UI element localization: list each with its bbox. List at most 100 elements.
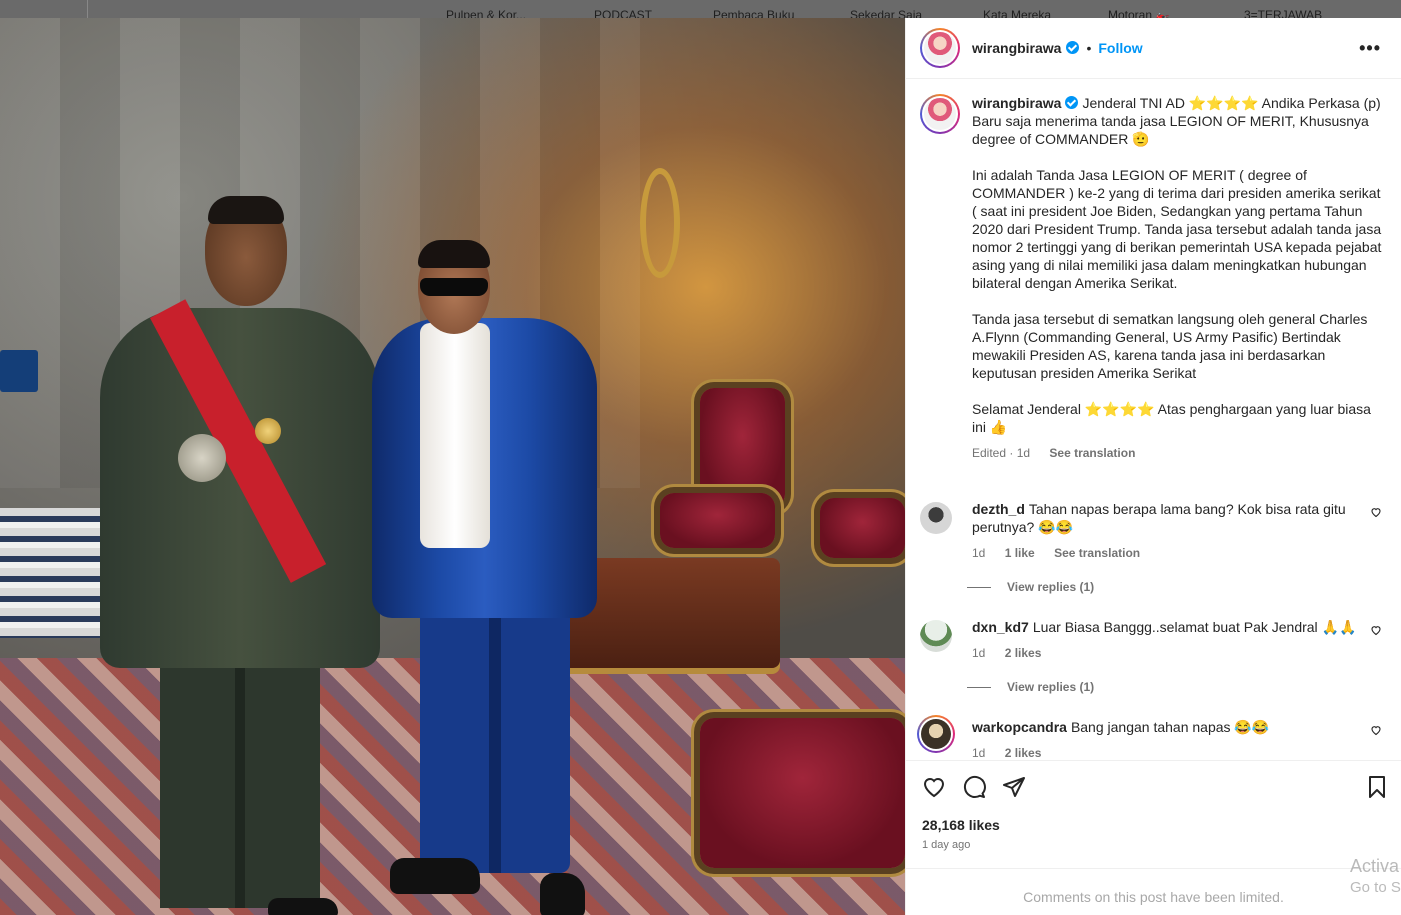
general-medal <box>255 418 281 444</box>
like-heart-icon[interactable] <box>922 775 946 799</box>
post-caption: wirangbirawa Jenderal TNI AD ⭐⭐⭐⭐ Andika … <box>920 94 1390 462</box>
caption-paragraph: wirangbirawa Jenderal TNI AD ⭐⭐⭐⭐ Andika … <box>972 94 1382 148</box>
see-translation-button[interactable]: See translation <box>1054 546 1140 560</box>
caption-avatar[interactable] <box>920 94 960 134</box>
post-side-panel: wirangbirawa • Follow ••• wirangbirawa Je… <box>905 18 1401 915</box>
post-actions: 28,168 likes 1 day ago <box>906 760 1401 868</box>
comment-text: Tahan napas berapa lama bang? Kok bisa r… <box>972 501 1346 535</box>
view-replies-button[interactable]: View replies (1) <box>967 580 1094 594</box>
avatar-image <box>921 719 951 749</box>
general-hair <box>208 196 284 224</box>
comment-bubble-icon[interactable] <box>962 775 986 799</box>
background-nav: Pulpen & Kor... PODCAST Pembaca Buku Sek… <box>0 9 1401 18</box>
watermark-line: Go to S <box>1350 879 1401 896</box>
caption-paragraph: Ini adalah Tanda Jasa LEGION OF MERIT ( … <box>972 167 1386 291</box>
bg-nav-item: Pembaca Buku <box>713 9 795 18</box>
author-username[interactable]: wirangbirawa <box>972 40 1080 56</box>
comment-item: dxn_kd7 Luar Biasa Banggg..selamat buat P… <box>920 618 1390 662</box>
avatar-border <box>919 717 953 751</box>
caption-username[interactable]: wirangbirawa <box>972 95 1061 111</box>
action-icons-group <box>922 775 1026 799</box>
shoe <box>390 858 480 894</box>
photo-mirror-frame <box>640 168 680 278</box>
bookmark-icon <box>1369 776 1385 798</box>
like-comment-heart-icon[interactable] <box>1370 724 1382 736</box>
comment-meta: 1d 2 likes <box>972 744 1362 760</box>
comment-username[interactable]: warkopcandra <box>972 719 1067 735</box>
comment-item: warkopcandra Bang jangan tahan napas 😂😂 1… <box>917 715 1390 760</box>
comment-likes[interactable]: 2 likes <box>1005 646 1042 660</box>
man-white-shirt <box>420 323 490 548</box>
avatar-border <box>922 96 958 132</box>
bg-nav-item: Sekedar Saja <box>850 9 923 18</box>
photo-chair <box>700 718 905 868</box>
photo-chair <box>660 493 775 548</box>
background-page-strip: Pulpen & Kor... PODCAST Pembaca Buku Sek… <box>0 0 1401 18</box>
comment-body: warkopcandra Bang jangan tahan napas 😂😂 1… <box>972 718 1362 760</box>
caption-paragraph: Tanda jasa tersebut di sematkan langsung… <box>972 311 1371 381</box>
watermark-line: Activa <box>1350 856 1400 876</box>
comments-limited-notice: Comments on this post have been limited. <box>906 868 1401 915</box>
save-bookmark-icon[interactable] <box>1365 775 1389 804</box>
comment-body: dezth_d Tahan napas berapa lama bang? Kok… <box>972 500 1362 562</box>
shoe <box>540 873 585 915</box>
general-legs <box>160 648 320 908</box>
man-hair <box>418 240 490 268</box>
comment-time: 1d <box>972 746 986 760</box>
separator-dot: • <box>1086 40 1092 56</box>
shoe <box>268 898 338 915</box>
avatar-border <box>922 30 958 66</box>
bg-nav-item: 3=TERJAWAB <box>1244 9 1323 18</box>
comment-text: Bang jangan tahan napas 😂😂 <box>1070 719 1270 735</box>
comment-avatar[interactable] <box>917 715 955 753</box>
avatar-image <box>924 98 956 130</box>
comment-text-line: dezth_d Tahan napas berapa lama bang? Kok… <box>972 500 1362 536</box>
comment-username[interactable]: dxn_kd7 <box>972 619 1029 635</box>
comment-likes[interactable]: 2 likes <box>1005 746 1042 760</box>
view-replies-button[interactable]: View replies (1) <box>967 680 1094 694</box>
activate-windows-watermark: Activa Go to S <box>1350 855 1401 899</box>
comment-text: Luar Biasa Banggg..selamat buat Pak Jend… <box>1032 619 1357 635</box>
like-comment-heart-icon[interactable] <box>1370 506 1382 518</box>
share-send-icon[interactable] <box>1002 775 1026 799</box>
verified-badge-icon <box>1066 41 1080 54</box>
view-replies-text[interactable]: View replies (1) <box>1007 680 1094 694</box>
bg-nav-item: Motoran 🏍️ <box>1108 9 1171 18</box>
photo-chair <box>820 498 905 558</box>
likes-count[interactable]: 28,168 likes <box>922 817 1000 833</box>
comment-meta: 1d 1 like See translation <box>972 544 1362 562</box>
comment-likes[interactable]: 1 like <box>1005 546 1035 560</box>
post-modal: wirangbirawa • Follow ••• wirangbirawa Je… <box>0 18 1401 915</box>
author-avatar[interactable] <box>920 28 960 68</box>
post-time[interactable]: 1 day ago <box>922 839 970 851</box>
replies-line <box>967 686 991 688</box>
caption-body: wirangbirawa Jenderal TNI AD ⭐⭐⭐⭐ Andika … <box>972 94 1382 462</box>
man-sunglasses <box>420 278 488 296</box>
follow-button[interactable]: Follow <box>1098 40 1142 56</box>
comments-section[interactable]: wirangbirawa Jenderal TNI AD ⭐⭐⭐⭐ Andika … <box>906 80 1401 760</box>
avatar-image <box>924 32 956 64</box>
comment-avatar[interactable] <box>920 502 952 534</box>
bg-nav-item: Pulpen & Kor... <box>446 9 527 18</box>
more-options-icon[interactable]: ••• <box>1359 38 1387 59</box>
caption-paragraph: Selamat Jenderal ⭐⭐⭐⭐ Atas penghargaan y… <box>972 401 1375 435</box>
comment-time: 1d <box>972 646 986 660</box>
author-username-text[interactable]: wirangbirawa <box>972 40 1061 56</box>
comment-username[interactable]: dezth_d <box>972 501 1025 517</box>
general-star-medal <box>178 434 226 482</box>
view-replies-text[interactable]: View replies (1) <box>1007 580 1094 594</box>
post-photo[interactable] <box>0 18 905 915</box>
replies-line <box>967 586 991 588</box>
see-translation-button[interactable]: See translation <box>1049 446 1135 460</box>
comment-avatar[interactable] <box>920 620 952 652</box>
comment-text-line: dxn_kd7 Luar Biasa Banggg..selamat buat P… <box>972 618 1362 636</box>
comment-time: 1d <box>972 546 986 560</box>
photo-tv <box>0 350 38 392</box>
photo-bookshelf <box>0 508 110 638</box>
caption-time: Edited · 1d <box>972 446 1031 460</box>
like-comment-heart-icon[interactable] <box>1370 624 1382 636</box>
comment-item: dezth_d Tahan napas berapa lama bang? Kok… <box>920 500 1390 562</box>
photo-chair <box>700 388 785 508</box>
comment-body: dxn_kd7 Luar Biasa Banggg..selamat buat P… <box>972 618 1362 662</box>
comment-text-line: warkopcandra Bang jangan tahan napas 😂😂 <box>972 718 1362 736</box>
